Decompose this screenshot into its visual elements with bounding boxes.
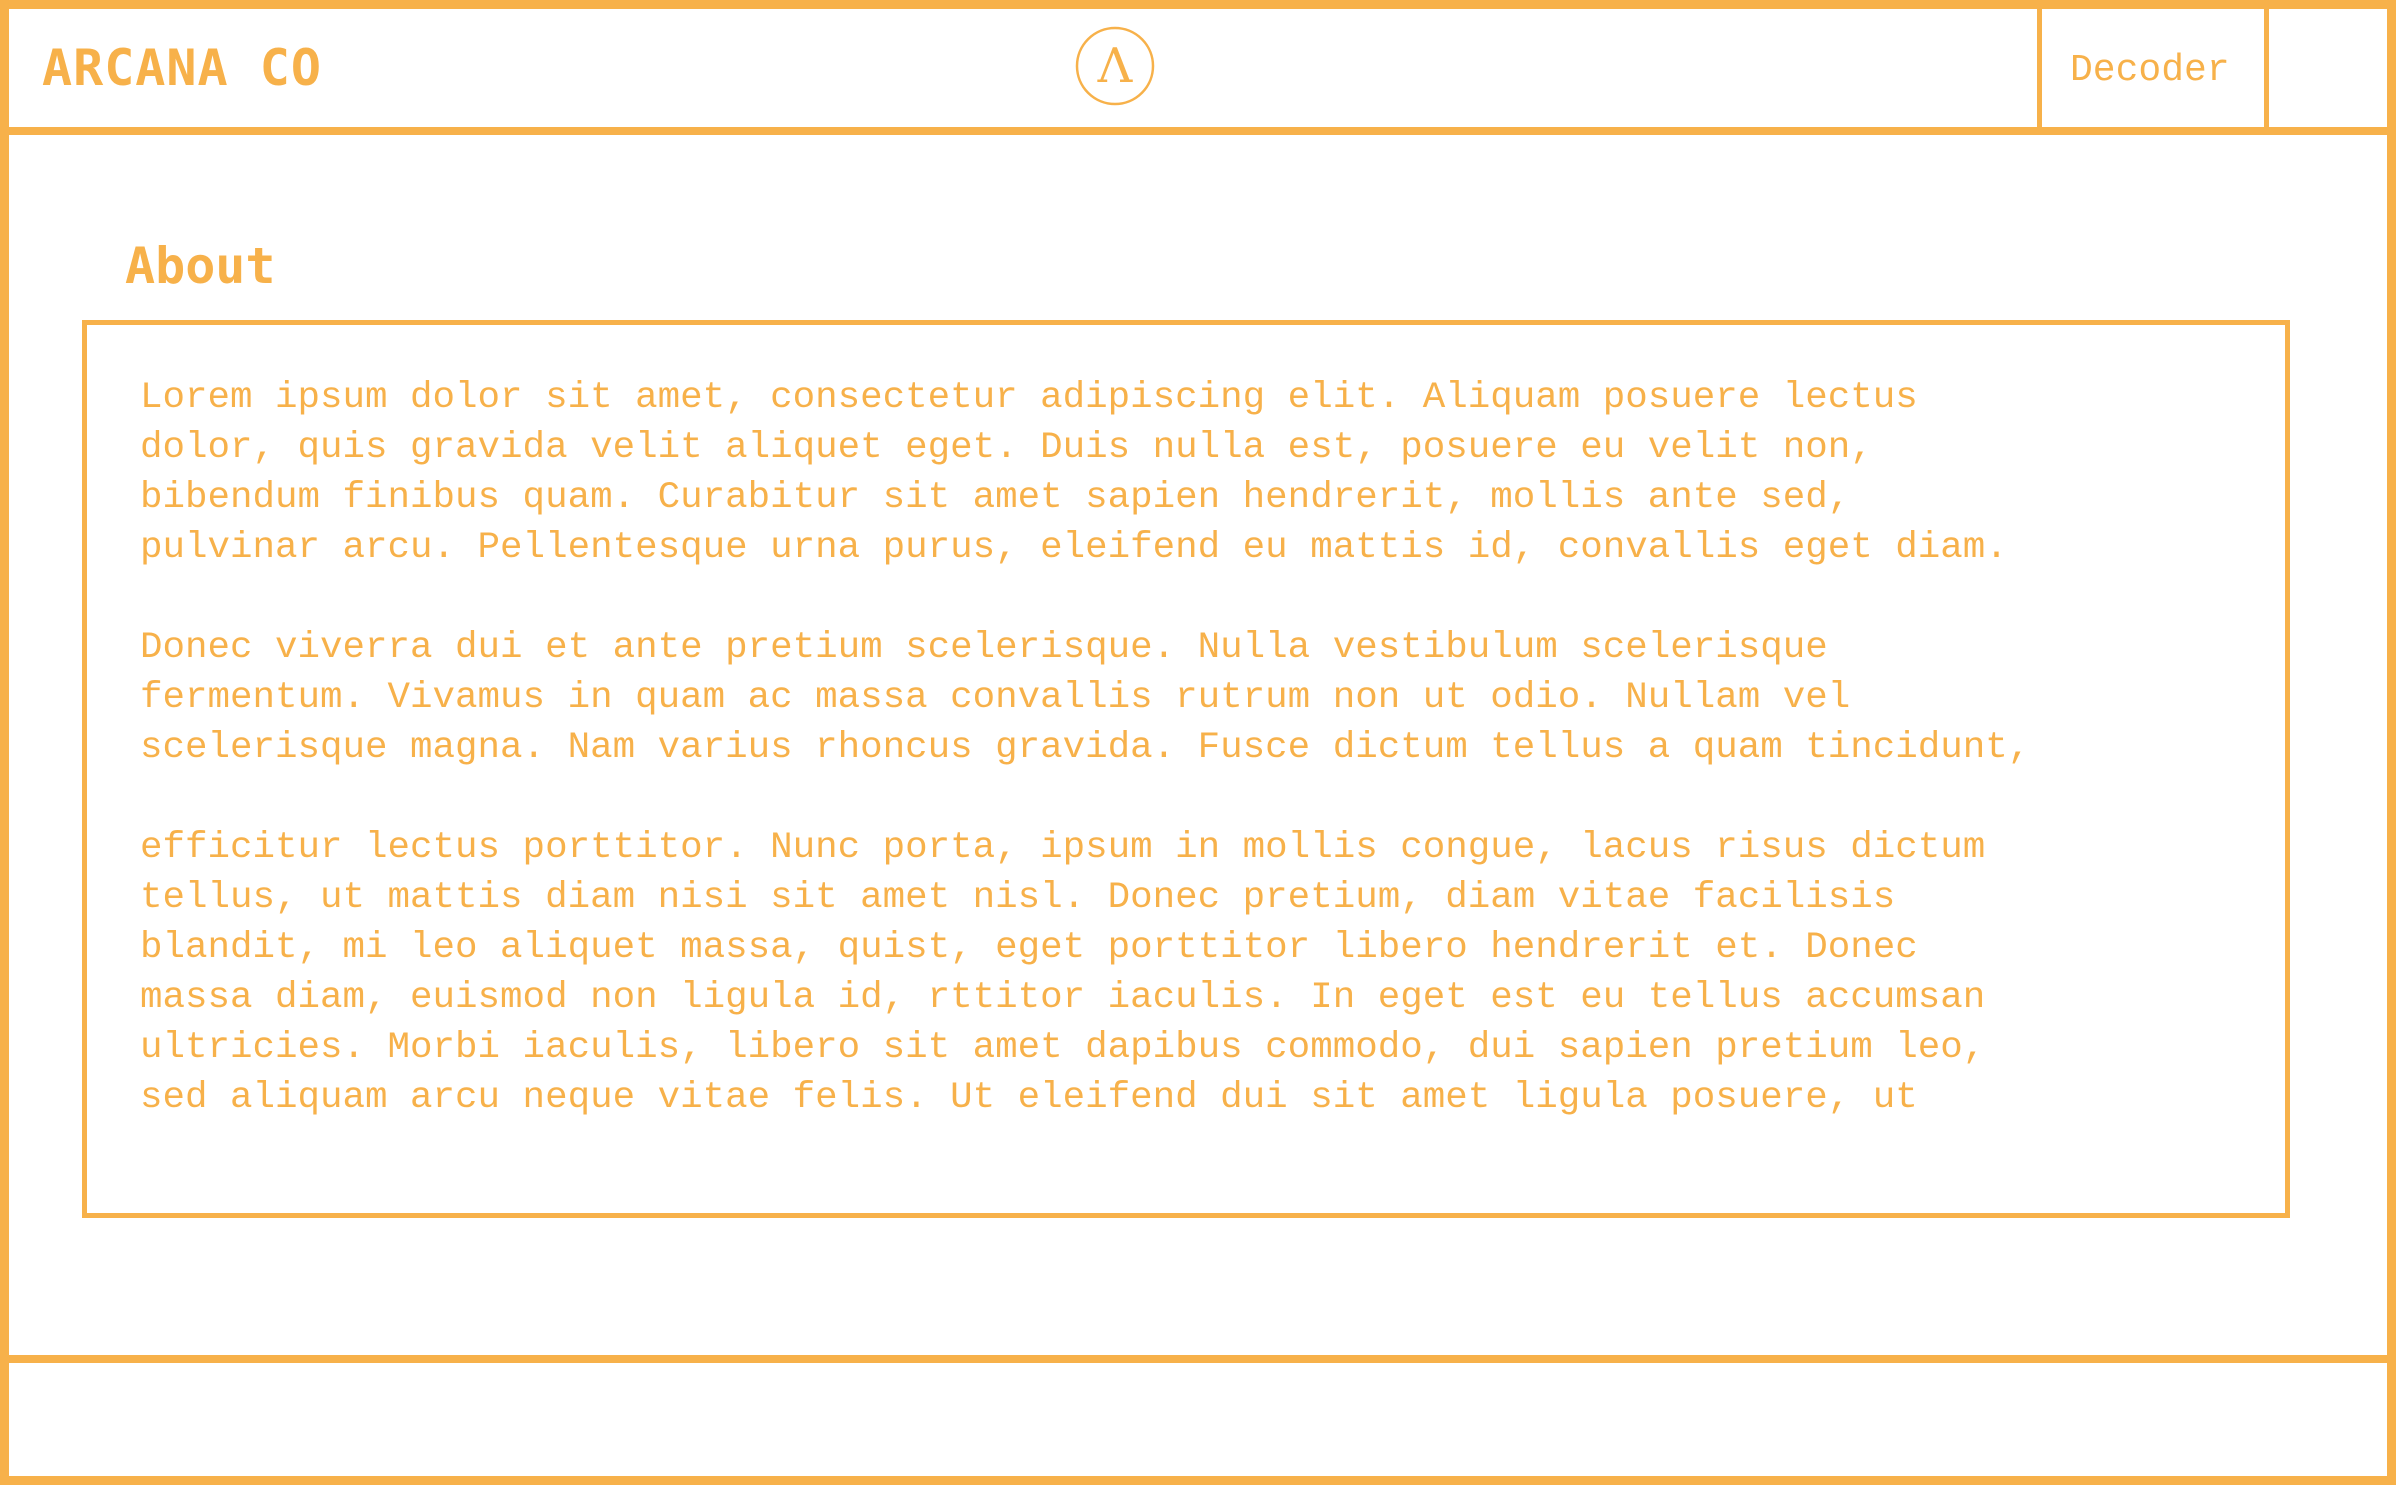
- nav-item-decoder-label: Decoder: [2070, 49, 2230, 92]
- nav-empty-cell: [2269, 9, 2387, 127]
- site-header: ARCANA CO Λ Decoder: [9, 9, 2387, 135]
- logo-glyph: Λ: [1097, 38, 1134, 94]
- brand-logo-text[interactable]: ARCANA CO: [42, 43, 322, 93]
- about-paragraph-1: Lorem ipsum dolor sit amet, consectetur …: [140, 377, 2008, 569]
- page-frame: ARCANA CO Λ Decoder About Lorem ipsum do…: [0, 0, 2396, 1485]
- lambda-circle-logo-icon[interactable]: Λ: [1075, 26, 1155, 106]
- about-paragraph-3: efficitur lectus porttitor. Nunc porta, …: [140, 827, 1986, 1119]
- page-title: About: [125, 237, 276, 295]
- footer-divider: [9, 1355, 2387, 1363]
- nav-item-decoder[interactable]: Decoder: [2037, 9, 2269, 127]
- about-paragraph-2: Donec viverra dui et ante pretium sceler…: [140, 627, 2031, 769]
- about-text: Lorem ipsum dolor sit amet, consectetur …: [140, 373, 2280, 1123]
- about-content-box: Lorem ipsum dolor sit amet, consectetur …: [82, 320, 2290, 1218]
